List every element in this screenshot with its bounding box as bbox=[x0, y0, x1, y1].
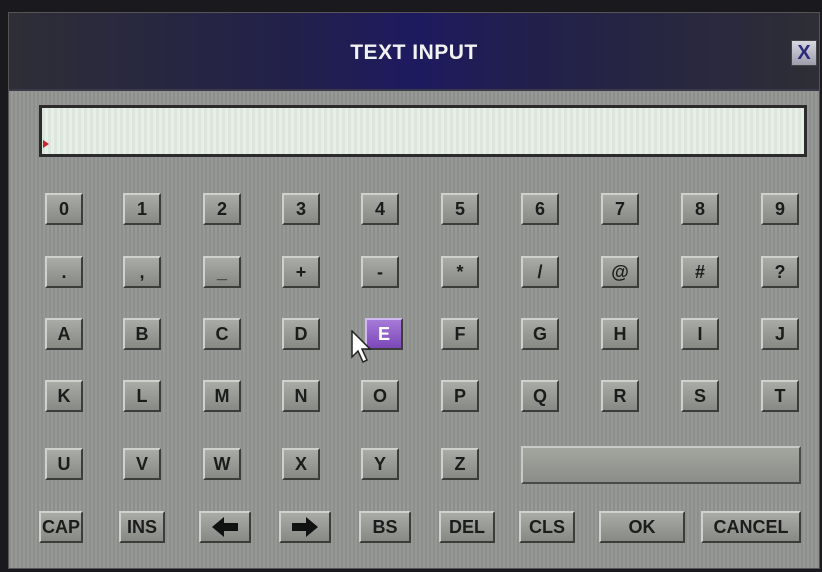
key-f[interactable]: F bbox=[441, 318, 479, 350]
key-d[interactable]: D bbox=[282, 318, 320, 350]
key-a[interactable]: A bbox=[45, 318, 83, 350]
key-minus[interactable]: - bbox=[361, 256, 399, 288]
key-m[interactable]: M bbox=[203, 380, 241, 412]
key-b[interactable]: B bbox=[123, 318, 161, 350]
key-4[interactable]: 4 bbox=[361, 193, 399, 225]
key-p[interactable]: P bbox=[441, 380, 479, 412]
text-input-field[interactable] bbox=[39, 105, 807, 157]
key-2[interactable]: 2 bbox=[203, 193, 241, 225]
clear-button[interactable]: CLS bbox=[519, 511, 575, 543]
key-3[interactable]: 3 bbox=[282, 193, 320, 225]
key-question[interactable]: ? bbox=[761, 256, 799, 288]
key-l[interactable]: L bbox=[123, 380, 161, 412]
key-s[interactable]: S bbox=[681, 380, 719, 412]
key-o[interactable]: O bbox=[361, 380, 399, 412]
key-q[interactable]: Q bbox=[521, 380, 559, 412]
caret-icon bbox=[43, 140, 49, 148]
key-r[interactable]: R bbox=[601, 380, 639, 412]
key-8[interactable]: 8 bbox=[681, 193, 719, 225]
ok-button[interactable]: OK bbox=[599, 511, 685, 543]
key-j[interactable]: J bbox=[761, 318, 799, 350]
key-g[interactable]: G bbox=[521, 318, 559, 350]
key-7[interactable]: 7 bbox=[601, 193, 639, 225]
key-x[interactable]: X bbox=[282, 448, 320, 480]
key-y[interactable]: Y bbox=[361, 448, 399, 480]
key-9[interactable]: 9 bbox=[761, 193, 799, 225]
key-w[interactable]: W bbox=[203, 448, 241, 480]
key-comma[interactable]: , bbox=[123, 256, 161, 288]
key-slash[interactable]: / bbox=[521, 256, 559, 288]
close-button[interactable]: X bbox=[791, 40, 817, 66]
key-z[interactable]: Z bbox=[441, 448, 479, 480]
key-asterisk[interactable]: * bbox=[441, 256, 479, 288]
key-h[interactable]: H bbox=[601, 318, 639, 350]
title-bar: TEXT INPUT X bbox=[9, 13, 819, 91]
dialog-title: TEXT INPUT bbox=[350, 41, 478, 64]
key-5[interactable]: 5 bbox=[441, 193, 479, 225]
key-underscore[interactable]: _ bbox=[203, 256, 241, 288]
key-k[interactable]: K bbox=[45, 380, 83, 412]
key-i[interactable]: I bbox=[681, 318, 719, 350]
cancel-button[interactable]: CANCEL bbox=[701, 511, 801, 543]
key-0[interactable]: 0 bbox=[45, 193, 83, 225]
cursor-right-button[interactable] bbox=[279, 511, 331, 543]
key-period[interactable]: . bbox=[45, 256, 83, 288]
cursor-left-button[interactable] bbox=[199, 511, 251, 543]
key-t[interactable]: T bbox=[761, 380, 799, 412]
cap-button[interactable]: CAP bbox=[39, 511, 83, 543]
delete-button[interactable]: DEL bbox=[439, 511, 495, 543]
text-input-dialog: TEXT INPUT X 0 1 2 3 4 5 6 7 8 9 . , _ +… bbox=[8, 12, 820, 569]
space-key[interactable] bbox=[521, 446, 801, 484]
key-hash[interactable]: # bbox=[681, 256, 719, 288]
arrow-left-icon bbox=[212, 517, 238, 537]
key-plus[interactable]: + bbox=[282, 256, 320, 288]
mouse-pointer-icon bbox=[351, 330, 372, 364]
ins-button[interactable]: INS bbox=[119, 511, 165, 543]
key-6[interactable]: 6 bbox=[521, 193, 559, 225]
key-c[interactable]: C bbox=[203, 318, 241, 350]
arrow-right-icon bbox=[292, 517, 318, 537]
key-u[interactable]: U bbox=[45, 448, 83, 480]
key-1[interactable]: 1 bbox=[123, 193, 161, 225]
key-n[interactable]: N bbox=[282, 380, 320, 412]
backspace-button[interactable]: BS bbox=[359, 511, 411, 543]
key-at[interactable]: @ bbox=[601, 256, 639, 288]
key-v[interactable]: V bbox=[123, 448, 161, 480]
